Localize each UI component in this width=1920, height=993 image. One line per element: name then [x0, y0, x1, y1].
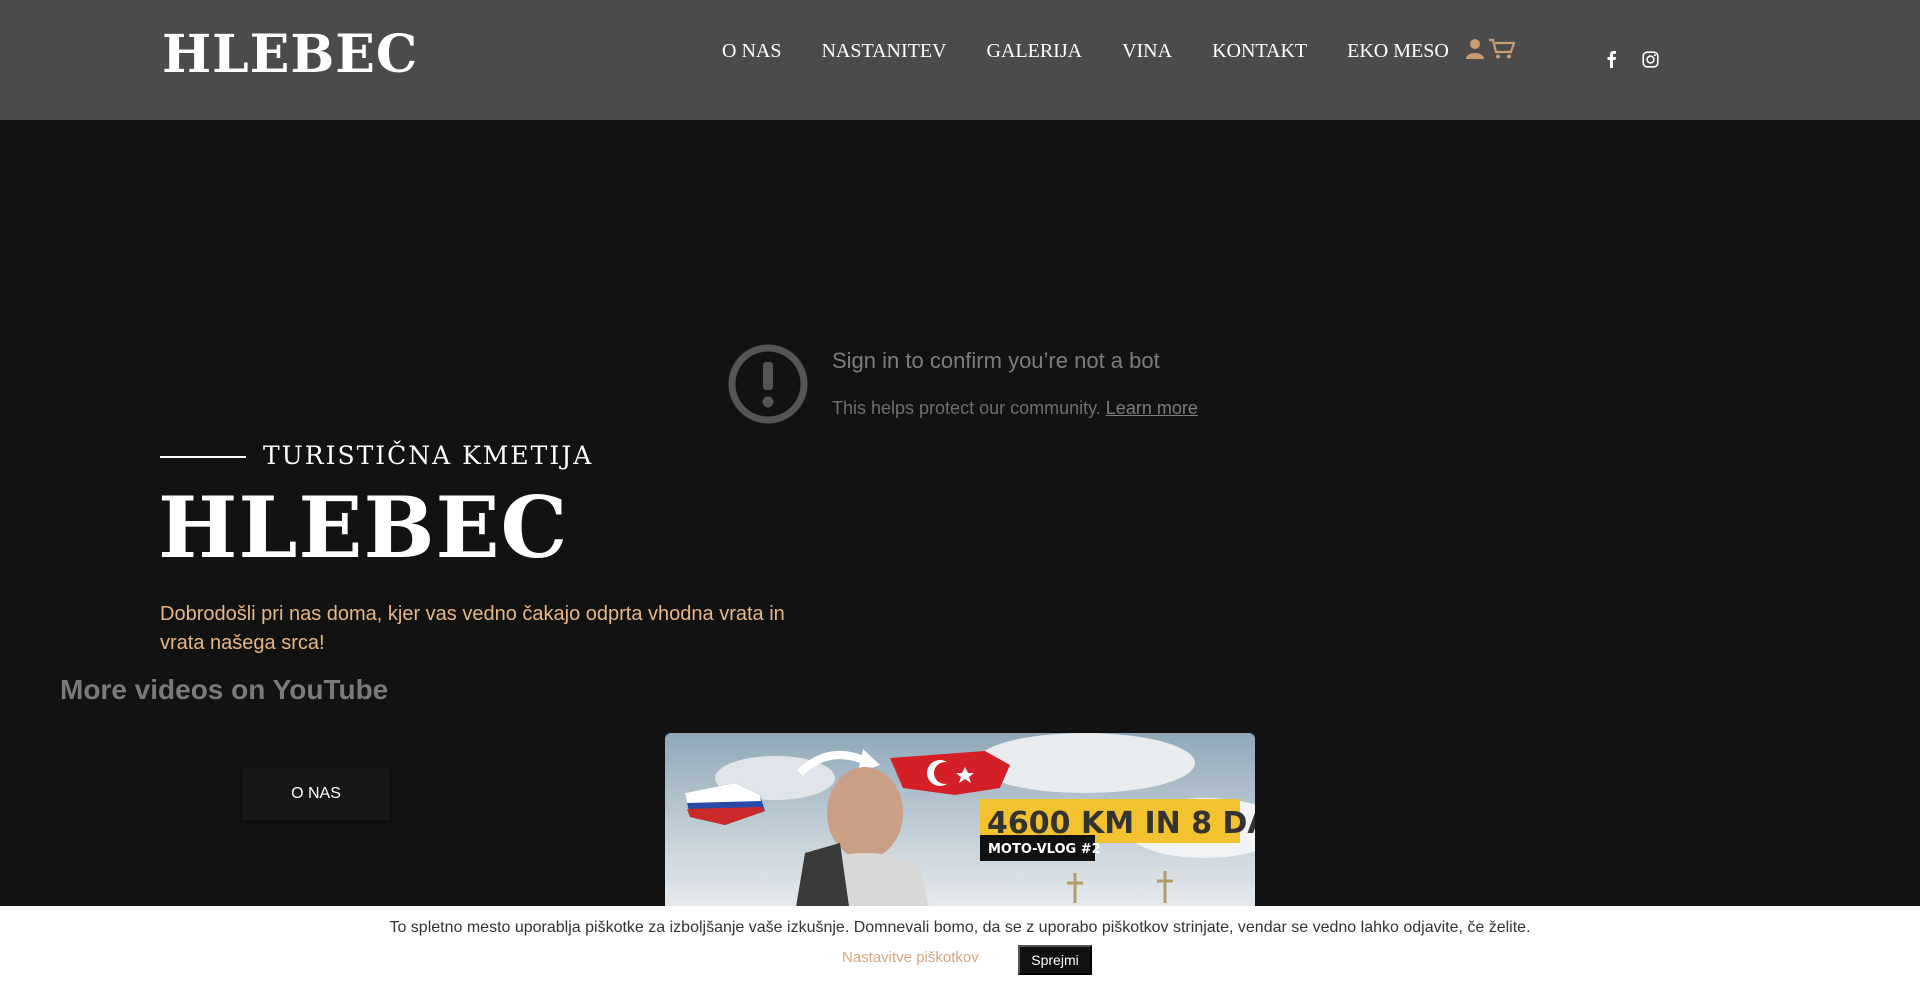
cookie-text: To spletno mesto uporablja piškotke za i… [389, 919, 1531, 936]
bot-notice-title: Sign in to confirm you’re not a bot [832, 348, 1160, 373]
video-thumbnail[interactable]: 4600 KM IN 8 DAYS! MOTO-VLOG #2 [665, 733, 1255, 913]
cookie-accept-button[interactable]: Sprejmi [1018, 945, 1092, 975]
nav-item-galerija[interactable]: GALERIJA [987, 40, 1083, 63]
cookie-settings-link[interactable]: Nastavitve piškotkov [842, 949, 979, 966]
site-logo[interactable]: HLEBEC [162, 24, 418, 85]
hero-welcome-text: Dobrodošli pri nas doma, kjer vas vedno … [160, 603, 785, 654]
site-header: HLEBEC O NAS NASTANITEV GALERIJA VINA KO… [0, 0, 1920, 120]
hero-tagline: TURISTIČNA KMETIJA [263, 441, 594, 470]
tagline-divider [160, 456, 246, 458]
instagram-icon[interactable] [1642, 50, 1659, 68]
learn-more-link[interactable]: Learn more [1106, 398, 1198, 418]
bot-warning-icon [728, 344, 808, 429]
facebook-icon[interactable] [1604, 50, 1618, 68]
cookie-banner: To spletno mesto uporablja piškotke za i… [0, 906, 1920, 993]
bot-notice-text: This helps protect our community. [832, 398, 1101, 418]
social-links [1604, 50, 1659, 68]
nav-item-eko-meso[interactable]: EKO MESO [1347, 40, 1449, 63]
cart-icon[interactable] [1488, 38, 1516, 60]
user-icon[interactable] [1464, 38, 1486, 60]
account-cart-group [1464, 38, 1516, 60]
main-nav: O NAS NASTANITEV GALERIJA VINA KONTAKT E… [722, 40, 1489, 63]
more-videos-heading: More videos on YouTube [60, 674, 389, 705]
hero-title: HLEBEC [158, 478, 569, 577]
nav-item-nastanitev[interactable]: NASTANITEV [821, 40, 946, 63]
nav-item-o-nas[interactable]: O NAS [722, 40, 781, 63]
thumb-label: MOTO-VLOG #2 [988, 842, 1101, 857]
nav-item-kontakt[interactable]: KONTAKT [1212, 40, 1307, 63]
bot-notice-subtitle: This helps protect our community. Learn … [832, 398, 1198, 419]
nav-item-vina[interactable]: VINA [1122, 40, 1172, 63]
about-button[interactable]: O NAS [242, 768, 390, 820]
